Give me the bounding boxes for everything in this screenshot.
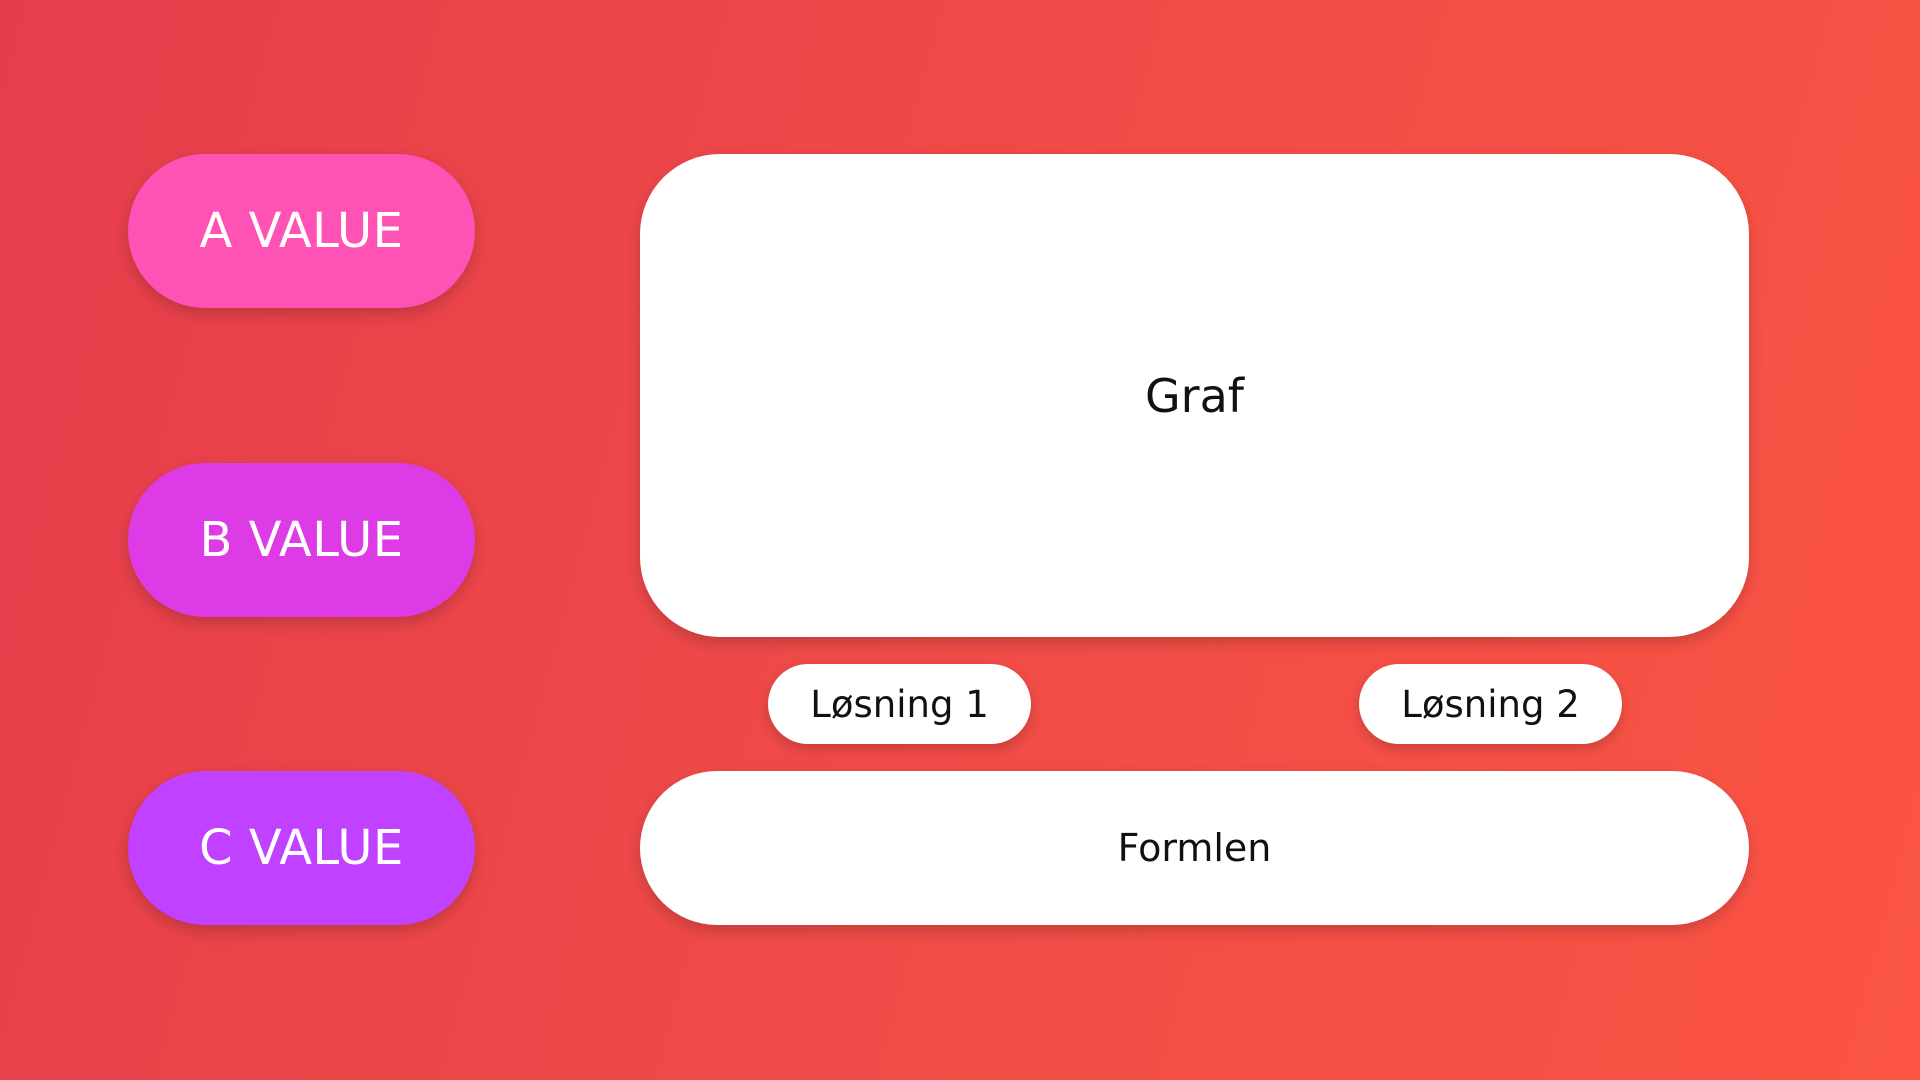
solution-2-button[interactable]: Løsning 2 <box>1359 664 1622 744</box>
solution-1-label: Løsning 1 <box>810 682 989 726</box>
b-value-button[interactable]: B VALUE <box>128 463 475 617</box>
formula-panel: Formlen <box>640 771 1749 925</box>
b-value-label: B VALUE <box>199 512 404 568</box>
c-value-label: C VALUE <box>199 820 404 876</box>
solution-2-label: Løsning 2 <box>1401 682 1580 726</box>
a-value-label: A VALUE <box>199 203 404 259</box>
c-value-button[interactable]: C VALUE <box>128 771 475 925</box>
graph-label: Graf <box>1145 368 1244 423</box>
app-canvas: { "inputs": { "a": { "label": "A VALUE",… <box>0 0 1920 1080</box>
graph-panel: Graf <box>640 154 1749 637</box>
a-value-button[interactable]: A VALUE <box>128 154 475 308</box>
solution-1-button[interactable]: Løsning 1 <box>768 664 1031 744</box>
formula-label: Formlen <box>1117 826 1272 870</box>
